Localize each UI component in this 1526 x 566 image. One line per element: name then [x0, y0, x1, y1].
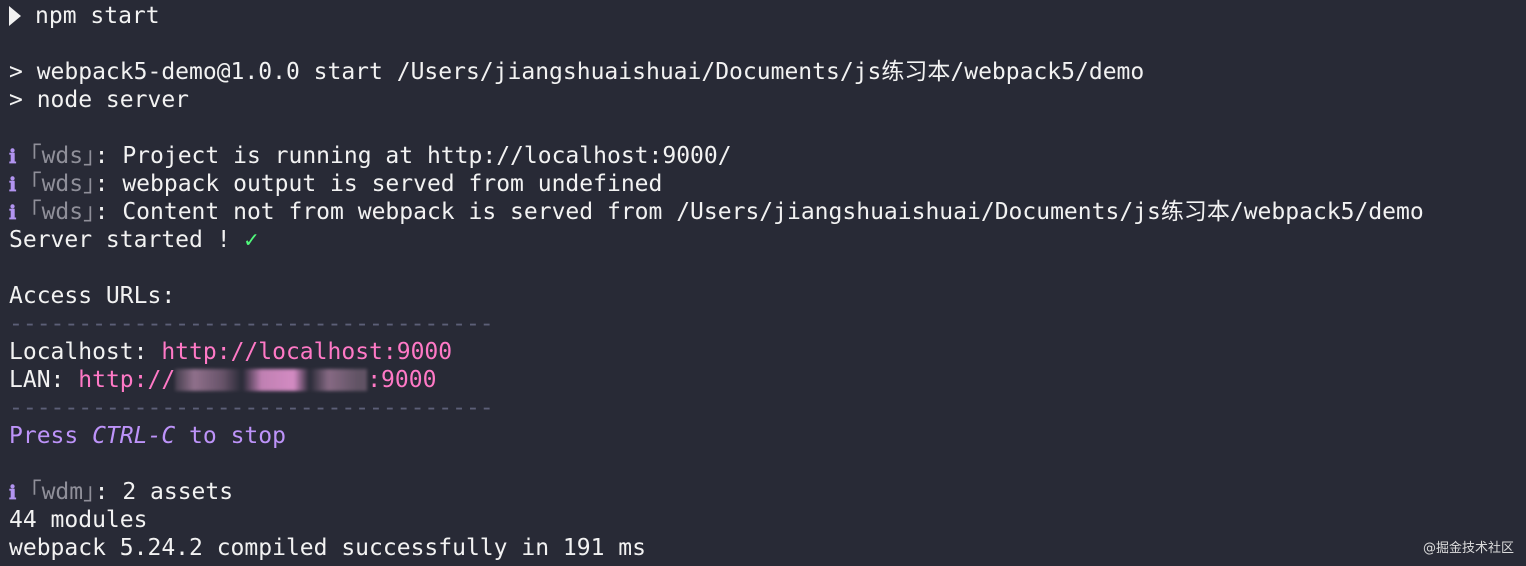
wds-message: : webpack output is served from undefine…: [94, 171, 663, 197]
terminal-window[interactable]: npm start > webpack5-demo@1.0.0 start /U…: [0, 0, 1526, 566]
script-header-line: > webpack5-demo@1.0.0 start /Users/jiang…: [9, 59, 1145, 85]
stop-hint-suffix: to stop: [175, 423, 286, 449]
wdm-message: : 2 assets: [94, 479, 234, 505]
lan-url-link[interactable]: http:// :9000: [78, 367, 436, 393]
divider: -----------------------------------: [9, 311, 494, 337]
stop-hint-line: Press CTRL-C to stop: [9, 422, 1526, 450]
lan-label: LAN:: [9, 367, 79, 393]
lan-url-suffix: :9000: [367, 367, 437, 393]
wds-message: : Project is running at http://localhost…: [94, 143, 732, 169]
stop-hint-prefix: Press: [9, 423, 93, 449]
wdm-tag: ｢wdm｣: [30, 479, 95, 505]
redacted-ip: [175, 369, 368, 391]
check-icon: ✓: [244, 227, 259, 253]
stop-hint-key: CTRL-C: [92, 423, 176, 449]
lan-url-prefix: http://: [78, 367, 176, 393]
info-icon: ℹ: [9, 146, 17, 168]
wds-log-line: ℹ ｢wds｣: Content not from webpack is ser…: [9, 198, 1526, 226]
divider: -----------------------------------: [9, 395, 494, 421]
localhost-url-link[interactable]: http://localhost:9000: [161, 339, 452, 365]
wds-log-line: ℹ ｢wds｣: Project is running at http://lo…: [9, 142, 1526, 170]
wds-tag: ｢wds｣: [30, 199, 95, 225]
localhost-label: Localhost:: [9, 339, 162, 365]
access-urls-heading: Access URLs:: [9, 283, 176, 309]
command-text: npm start: [35, 3, 160, 29]
server-started-text: Server started !: [9, 227, 245, 253]
prompt-arrow-icon: [9, 6, 21, 26]
info-icon: ℹ: [9, 202, 17, 224]
localhost-line: Localhost: http://localhost:9000: [9, 338, 1526, 366]
modules-line: 44 modules: [9, 507, 148, 533]
wds-log-line: ℹ ｢wds｣: webpack output is served from u…: [9, 170, 1526, 198]
wds-message: : Content not from webpack is served fro…: [94, 199, 1424, 225]
wdm-log-line: ℹ ｢wdm｣: 2 assets: [9, 478, 1526, 506]
wds-tag: ｢wds｣: [30, 171, 95, 197]
lan-line: LAN: http:// :9000: [9, 366, 1526, 394]
command-line: npm start: [9, 2, 1526, 30]
info-icon: ℹ: [9, 482, 17, 504]
info-icon: ℹ: [9, 174, 17, 196]
script-command-line: > node server: [9, 87, 190, 113]
server-started-line: Server started ! ✓: [9, 226, 1526, 254]
watermark: @掘金技术社区: [1422, 541, 1514, 556]
compiled-line: webpack 5.24.2 compiled successfully in …: [9, 535, 646, 561]
wds-tag: ｢wds｣: [30, 143, 95, 169]
